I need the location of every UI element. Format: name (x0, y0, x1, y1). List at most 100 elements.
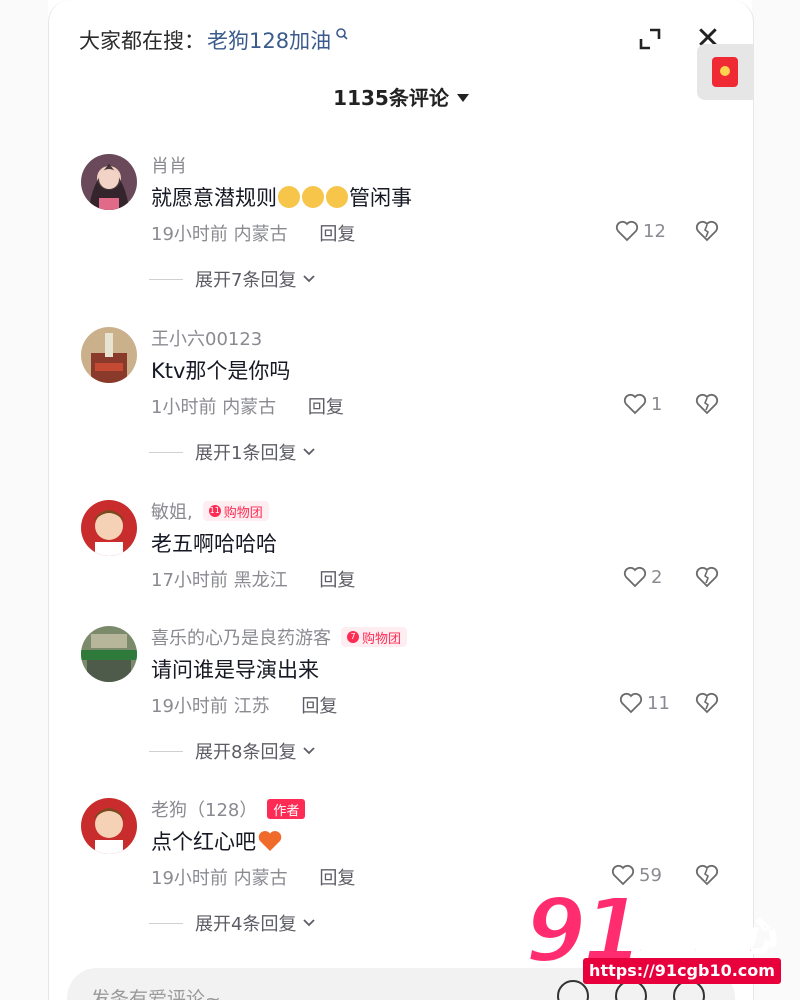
comment-time: 19小时前 (151, 868, 228, 889)
watermark-url: https://91cgb10.com (583, 958, 781, 984)
divider (149, 922, 183, 924)
comment-text: 请问谁是导演出来 (151, 658, 319, 682)
trending-search[interactable]: 大家都在搜： 老狗128加油 (79, 24, 349, 56)
comment-text-suffix: 管闲事 (349, 186, 412, 210)
like-button[interactable]: 2 (623, 566, 662, 588)
badge-label: 购物团 (223, 505, 263, 521)
chevron-down-icon (303, 919, 316, 927)
comment-text: Ktv那个是你吗 (151, 359, 291, 383)
reply-button[interactable]: 回复 (319, 868, 355, 889)
like-count: 2 (651, 566, 663, 588)
comment-text: 点个红心吧 (151, 826, 282, 856)
badge-label: 购物团 (362, 631, 402, 647)
comment-meta: 19小时前 内蒙古 回复 (151, 220, 355, 246)
like-count: 11 (647, 692, 670, 714)
like-count: 1 (651, 393, 663, 415)
username-text: 老狗（128） (151, 800, 258, 821)
reply-button[interactable]: 回复 (308, 397, 344, 418)
comment-username[interactable]: 老狗（128） 作者 (151, 796, 306, 822)
fullscreen-icon[interactable] (637, 26, 663, 52)
comment-meta: 19小时前 内蒙古 回复 (151, 864, 355, 890)
comment-location: 江苏 (233, 696, 270, 717)
comment-location: 内蒙古 (222, 397, 277, 418)
divider (149, 750, 183, 752)
caret-down-icon (456, 93, 469, 102)
comment-username[interactable]: 王小六00123 (151, 325, 262, 351)
comment-meta: 1小时前 内蒙古 回复 (151, 393, 344, 419)
heart-icon (623, 566, 647, 588)
heart-icon (623, 393, 647, 415)
reply-button[interactable]: 回复 (301, 696, 337, 717)
comment-username[interactable]: 喜乐的心乃是良药游客 7 购物团 (151, 624, 408, 650)
red-packet-button[interactable] (697, 44, 753, 100)
broken-heart-icon[interactable] (695, 393, 719, 415)
username-text: 敏姐, (151, 502, 193, 523)
comment-username[interactable]: 肖肖 (151, 152, 187, 178)
like-button[interactable]: 1 (623, 393, 662, 415)
left-frame (0, 0, 48, 1000)
comment-panel: 大家都在搜： 老狗128加油 ✕ 1135条评论 肖肖 就愿意潜规则 管闲事 19… (48, 0, 754, 1000)
comment-time: 1小时前 (151, 397, 217, 418)
expand-replies[interactable]: 展开1条回复 (149, 439, 316, 465)
chevron-down-icon (303, 275, 316, 283)
watermark-text: 吃瓜中心 (622, 914, 776, 960)
comment-time: 19小时前 (151, 696, 228, 717)
avatar[interactable] (81, 798, 137, 854)
expand-replies-label: 展开8条回复 (195, 742, 297, 763)
heart-badge-icon: 11 (208, 505, 221, 517)
laugh-cry-emoji-icon (326, 186, 348, 208)
comment-meta: 17小时前 黑龙江 回复 (151, 566, 355, 592)
expand-replies[interactable]: 展开8条回复 (149, 738, 316, 764)
red-packet-icon (712, 57, 738, 87)
comment-meta: 19小时前 江苏 回复 (151, 692, 337, 718)
comment-username[interactable]: 敏姐, 11 购物团 (151, 498, 269, 524)
author-tag: 作者 (267, 799, 306, 819)
expand-replies-label: 展开7条回复 (195, 270, 297, 291)
watermark: 91 吃瓜中心 https://91cgb10.com (523, 884, 787, 986)
shopping-group-badge: 11 购物团 (202, 501, 269, 521)
comment-text-main: 点个红心吧 (151, 830, 256, 854)
heart-icon (619, 692, 643, 714)
orange-heart-emoji-icon (258, 831, 282, 851)
divider (149, 451, 183, 453)
avatar[interactable] (81, 154, 137, 210)
comment-text: 就愿意潜规则 管闲事 (151, 182, 412, 212)
expand-replies[interactable]: 展开4条回复 (149, 910, 316, 936)
heart-icon (615, 220, 639, 242)
broken-heart-icon[interactable] (695, 220, 719, 242)
reply-button[interactable]: 回复 (319, 570, 355, 591)
comment-time: 19小时前 (151, 224, 228, 245)
laugh-cry-emoji-icon (302, 186, 324, 208)
comment-location: 内蒙古 (233, 868, 288, 889)
chevron-down-icon (303, 448, 316, 456)
broken-heart-icon[interactable] (695, 566, 719, 588)
divider (149, 278, 183, 280)
comment-count-title[interactable]: 1135条评论 (49, 82, 753, 111)
broken-heart-icon[interactable] (695, 692, 719, 714)
avatar[interactable] (81, 626, 137, 682)
avatar[interactable] (81, 327, 137, 383)
like-button[interactable]: 11 (619, 692, 670, 714)
comment-text-main: 就愿意潜规则 (151, 186, 277, 210)
shopping-group-badge: 7 购物团 (341, 627, 408, 647)
like-button[interactable]: 12 (615, 220, 666, 242)
search-icon (336, 28, 348, 40)
search-prefix: 大家都在搜： (79, 29, 205, 53)
heart-badge-icon: 7 (347, 631, 359, 643)
like-count: 59 (639, 864, 662, 886)
comment-input-placeholder: 发条有爱评论~ (91, 988, 221, 1000)
avatar[interactable] (81, 500, 137, 556)
search-term-link[interactable]: 老狗128加油 (207, 25, 331, 55)
comment-time: 17小时前 (151, 570, 228, 591)
expand-replies[interactable]: 展开7条回复 (149, 266, 316, 292)
laugh-cry-emoji-icon (278, 186, 300, 208)
like-count: 12 (643, 220, 666, 242)
broken-heart-icon[interactable] (695, 864, 719, 886)
chevron-down-icon (303, 747, 316, 755)
username-text: 喜乐的心乃是良药游客 (151, 628, 331, 649)
reply-button[interactable]: 回复 (319, 224, 355, 245)
expand-replies-label: 展开1条回复 (195, 443, 297, 464)
right-frame (752, 0, 800, 1000)
expand-replies-label: 展开4条回复 (195, 914, 297, 935)
comment-location: 内蒙古 (233, 224, 288, 245)
